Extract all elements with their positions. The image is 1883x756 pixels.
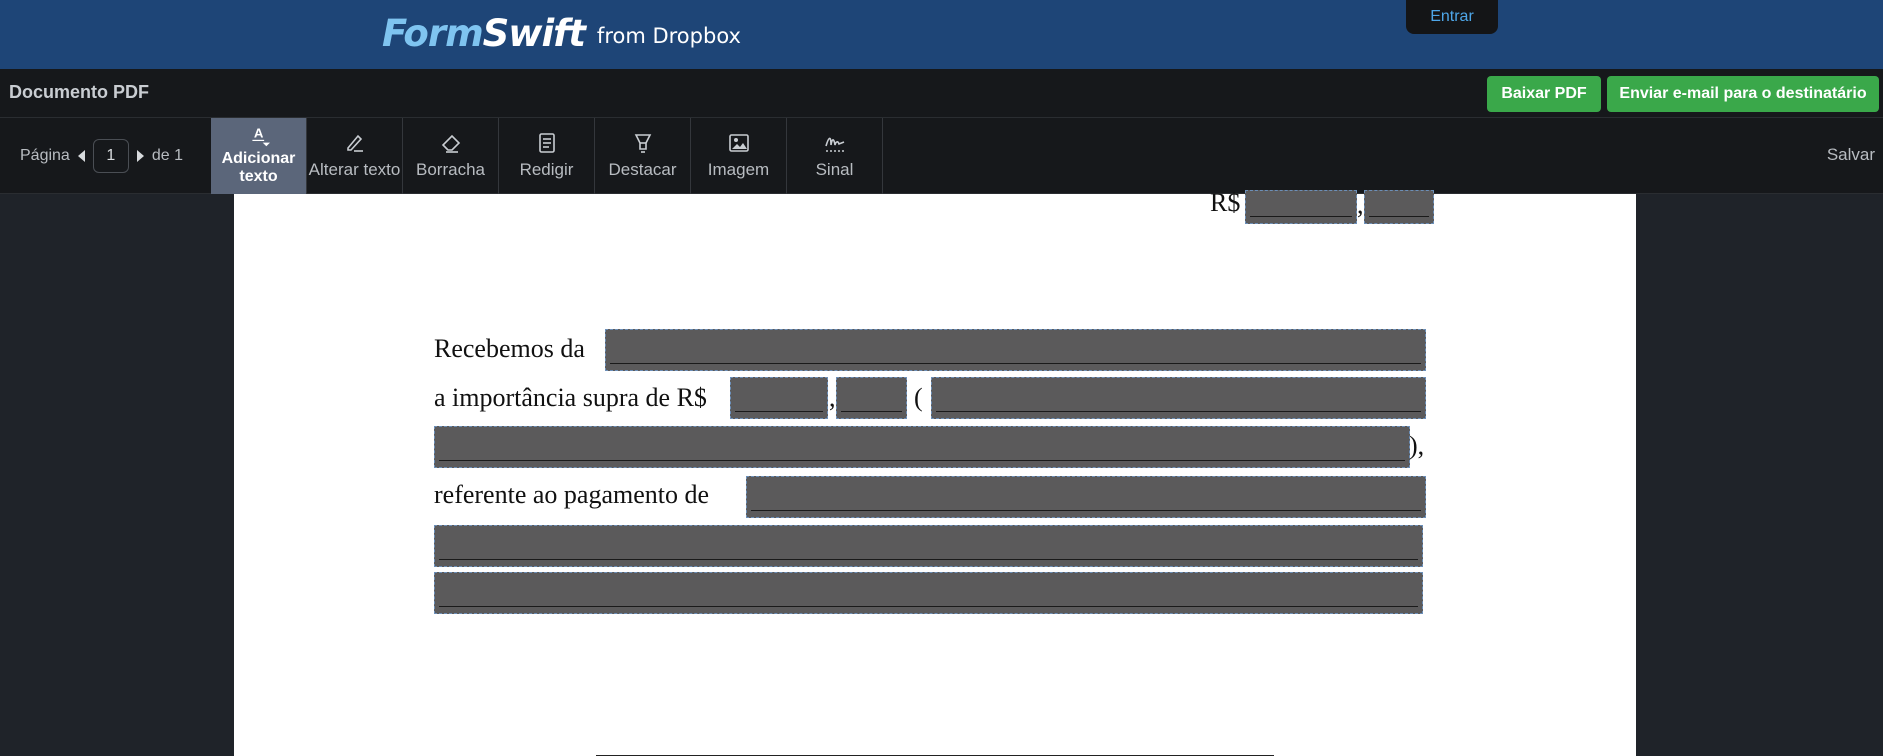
save-button[interactable]: Salvar [1827,145,1875,165]
document-title: Documento PDF [9,82,150,102]
received-from-label: Recebemos da [434,334,585,363]
tool-label: Redigir [519,160,574,179]
download-pdf-button[interactable]: Baixar PDF [1487,76,1601,112]
tool-redact[interactable]: Redigir [499,118,595,194]
image-icon [728,134,749,152]
pdf-page: R$ , Recebemos da a importância supra de… [234,188,1636,756]
tool-label: Imagem [707,160,770,179]
amount2-cents-field[interactable] [836,377,907,419]
comma-separator: , [1357,190,1364,219]
payment-reference-label: referente ao pagamento de [434,480,710,509]
amount2-reais-field[interactable] [730,377,828,419]
logo-from-dropbox: from Dropbox [596,24,741,48]
tool-label: Destacar [608,160,677,179]
document-bar: Documento PDF Baixar PDF Enviar e-mail p… [0,69,1883,118]
payment-reference-line3-field[interactable] [434,572,1423,614]
amount-reais-field[interactable] [1245,190,1357,224]
svg-text:A: A [253,125,263,140]
close-paren: ), [1409,431,1425,460]
signature-icon [824,137,844,152]
amount-cents-field[interactable] [1364,190,1434,224]
editor-toolbar: Página de 1 A Adicionar texto Alterar te… [0,118,1883,194]
logo-swift-text: Swift [482,11,586,55]
add-text-icon: A [251,125,270,147]
page-navigator: Página de 1 [20,139,183,173]
document-workarea: R$ , Recebemos da a importância supra de… [0,188,1883,756]
redact-icon [538,133,555,153]
email-recipient-button[interactable]: Enviar e-mail para o destinatário [1607,76,1879,112]
tool-label: Sinal [815,160,854,179]
tool-signature[interactable]: Sinal [787,118,883,194]
tool-highlight[interactable]: Destacar [595,118,691,194]
amount-label: a importância supra de R$ [434,383,707,412]
amount2-comma: , [829,383,836,412]
tool-add-text[interactable]: A Adicionar texto [211,118,307,194]
login-button[interactable]: Entrar [1406,0,1498,34]
next-page-icon[interactable] [136,150,144,162]
payer-name-field[interactable] [605,329,1426,371]
tool-image[interactable]: Imagem [691,118,787,194]
amount-in-words-field[interactable] [931,377,1426,419]
page-number-input[interactable] [92,139,129,173]
tool-edit-text[interactable]: Alterar texto [307,118,403,194]
brand-bar: Form Swift from Dropbox Entrar [0,0,1883,69]
tool-label: Adicionar texto [221,150,296,185]
currency-label: R$ [1210,188,1241,217]
payment-reference-line2-field[interactable] [434,525,1423,567]
eraser-icon [441,134,460,153]
highlight-icon [634,134,651,153]
payment-reference-field[interactable] [746,476,1426,518]
tool-label: Alterar texto [308,160,401,179]
edit-text-icon [346,134,363,152]
logo-form-text: Form [382,11,484,55]
page-label: Página [20,147,70,164]
tool-label: Borracha [416,160,485,179]
page-total-label: de 1 [151,147,183,164]
formswift-logo[interactable]: Form Swift from Dropbox [382,8,741,58]
tool-eraser[interactable]: Borracha [403,118,499,194]
amount-in-words-continued-field[interactable] [434,426,1410,468]
prev-page-icon[interactable] [77,150,85,162]
open-paren: ( [914,383,923,412]
